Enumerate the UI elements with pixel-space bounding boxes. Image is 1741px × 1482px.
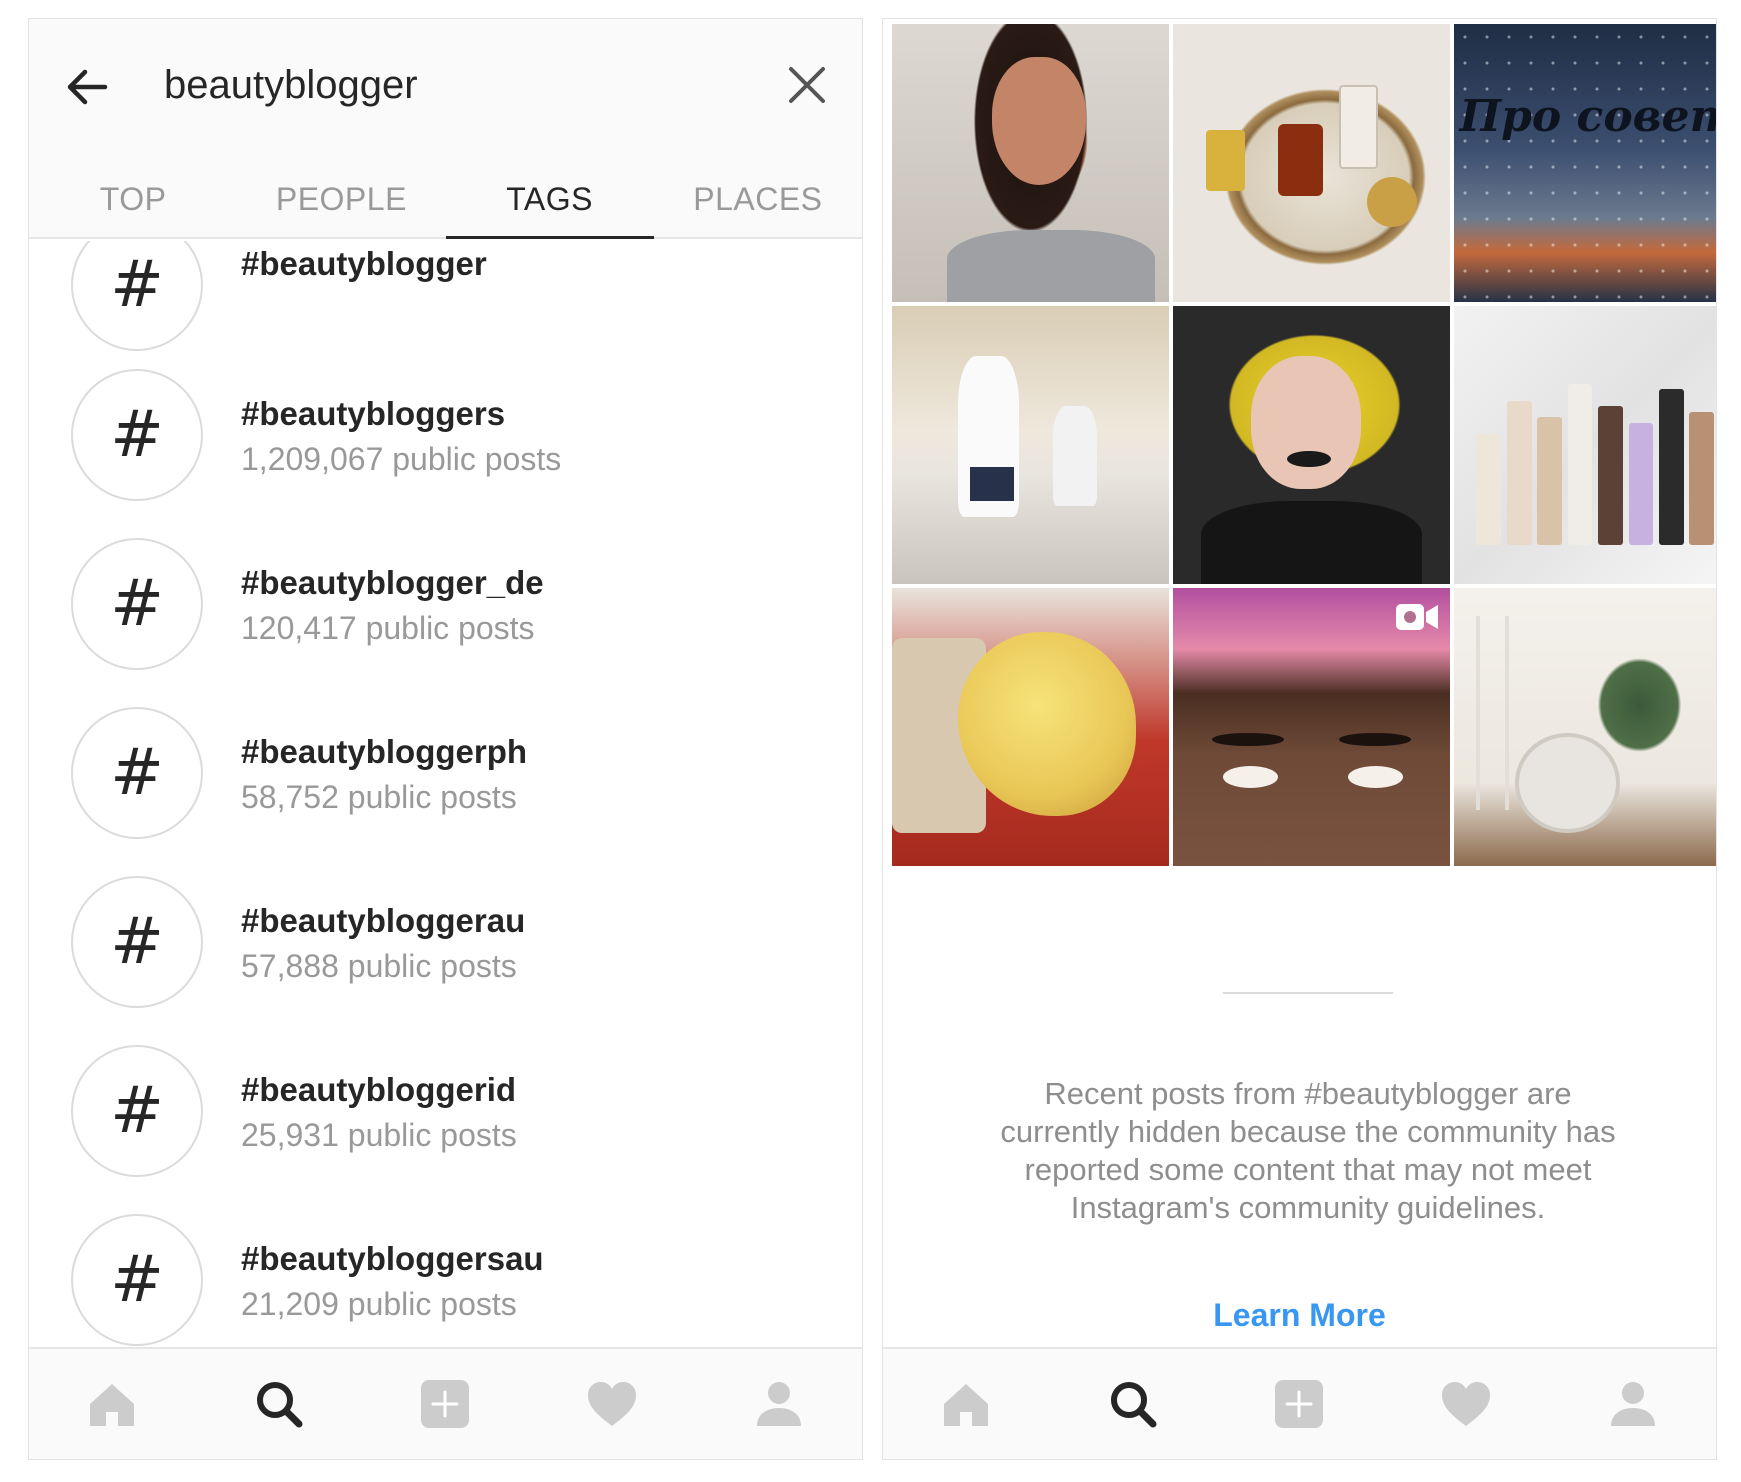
search-tabs: TOP PEOPLE TAGS PLACES bbox=[29, 159, 862, 239]
hashtag-icon: # bbox=[71, 707, 203, 839]
home-icon[interactable] bbox=[936, 1374, 996, 1434]
search-header: beautyblogger TOP PEOPLE TAGS PLACES bbox=[29, 19, 862, 239]
tag-row[interactable]: # #beautybloggerau 57,888 public posts bbox=[29, 866, 862, 1035]
search-icon[interactable] bbox=[1103, 1374, 1163, 1434]
hashtag-page-screen: Про советы bbox=[882, 18, 1717, 1460]
profile-icon[interactable] bbox=[1603, 1374, 1663, 1434]
search-input[interactable]: beautyblogger bbox=[164, 63, 418, 108]
tag-post-count: 58,752 public posts bbox=[241, 779, 517, 815]
hashtag-icon: # bbox=[71, 1045, 203, 1177]
posts-grid: Про советы bbox=[892, 24, 1716, 866]
post-thumbnail[interactable] bbox=[1173, 24, 1450, 302]
back-arrow-icon[interactable] bbox=[59, 59, 115, 115]
heart-icon[interactable] bbox=[1436, 1374, 1496, 1434]
add-post-icon[interactable] bbox=[415, 1374, 475, 1434]
tag-row[interactable]: # #beautybloggersau 21,209 public posts bbox=[29, 1204, 862, 1367]
tag-name: #beautybloggerph bbox=[241, 733, 528, 770]
post-thumbnail[interactable] bbox=[1173, 588, 1450, 866]
tag-row[interactable]: # #beautybloggers 1,209,067 public posts bbox=[29, 359, 862, 528]
tab-top[interactable]: TOP bbox=[29, 159, 237, 239]
post-thumbnail[interactable] bbox=[892, 306, 1169, 584]
hidden-posts-notice: Recent posts from #beautyblogger are cur… bbox=[1000, 1076, 1616, 1225]
tag-row[interactable]: # #beautybloggerid 25,931 public posts bbox=[29, 1035, 862, 1204]
tab-people[interactable]: PEOPLE bbox=[237, 159, 445, 239]
heart-icon[interactable] bbox=[582, 1374, 642, 1434]
hashtag-icon: # bbox=[71, 876, 203, 1008]
tag-post-count: 57,888 public posts bbox=[241, 948, 517, 984]
home-icon[interactable] bbox=[82, 1374, 142, 1434]
tag-name: #beautybloggers bbox=[241, 395, 506, 432]
post-thumbnail[interactable] bbox=[892, 24, 1169, 302]
tag-post-count: 120,417 public posts bbox=[241, 610, 535, 646]
tag-name: #beautybloggersau bbox=[241, 1240, 544, 1277]
hashtag-icon: # bbox=[71, 241, 203, 351]
tag-name: #beautyblogger_de bbox=[241, 564, 544, 601]
tag-name: #beautybloggerau bbox=[241, 902, 526, 939]
tag-name: #beautyblogger bbox=[241, 245, 487, 282]
post-thumbnail[interactable] bbox=[1173, 306, 1450, 584]
clear-search-icon[interactable] bbox=[781, 59, 833, 111]
search-icon[interactable] bbox=[249, 1374, 309, 1434]
tag-post-count: 21,209 public posts bbox=[241, 1286, 517, 1322]
tag-results-list: # #beautyblogger # #beautybloggers 1,209… bbox=[29, 241, 862, 1367]
hashtag-icon: # bbox=[71, 369, 203, 501]
thumbnail-overlay-text: Про советы bbox=[1459, 90, 1716, 142]
search-results-screen: beautyblogger TOP PEOPLE TAGS PLACES # #… bbox=[28, 18, 863, 1460]
video-camera-icon bbox=[1396, 604, 1438, 630]
post-thumbnail[interactable] bbox=[1454, 588, 1716, 866]
add-post-icon[interactable] bbox=[1269, 1374, 1329, 1434]
hashtag-icon: # bbox=[71, 1214, 203, 1346]
tab-places[interactable]: PLACES bbox=[654, 159, 862, 239]
tag-row[interactable]: # #beautyblogger bbox=[29, 241, 862, 378]
bottom-navigation bbox=[883, 1347, 1716, 1459]
post-thumbnail[interactable]: Про советы bbox=[1454, 24, 1716, 302]
tag-name: #beautybloggerid bbox=[241, 1071, 517, 1108]
section-divider bbox=[1223, 992, 1393, 994]
tab-tags[interactable]: TAGS bbox=[445, 159, 654, 239]
post-thumbnail[interactable] bbox=[1454, 306, 1716, 584]
tag-row[interactable]: # #beautyblogger_de 120,417 public posts bbox=[29, 528, 862, 697]
bottom-navigation bbox=[29, 1347, 862, 1459]
tag-row[interactable]: # #beautybloggerph 58,752 public posts bbox=[29, 697, 862, 866]
tag-post-count: 25,931 public posts bbox=[241, 1117, 517, 1153]
post-thumbnail[interactable] bbox=[892, 588, 1169, 866]
learn-more-link[interactable]: Learn More bbox=[883, 1297, 1716, 1334]
hashtag-icon: # bbox=[71, 538, 203, 670]
profile-icon[interactable] bbox=[749, 1374, 809, 1434]
tag-post-count: 1,209,067 public posts bbox=[241, 441, 562, 477]
